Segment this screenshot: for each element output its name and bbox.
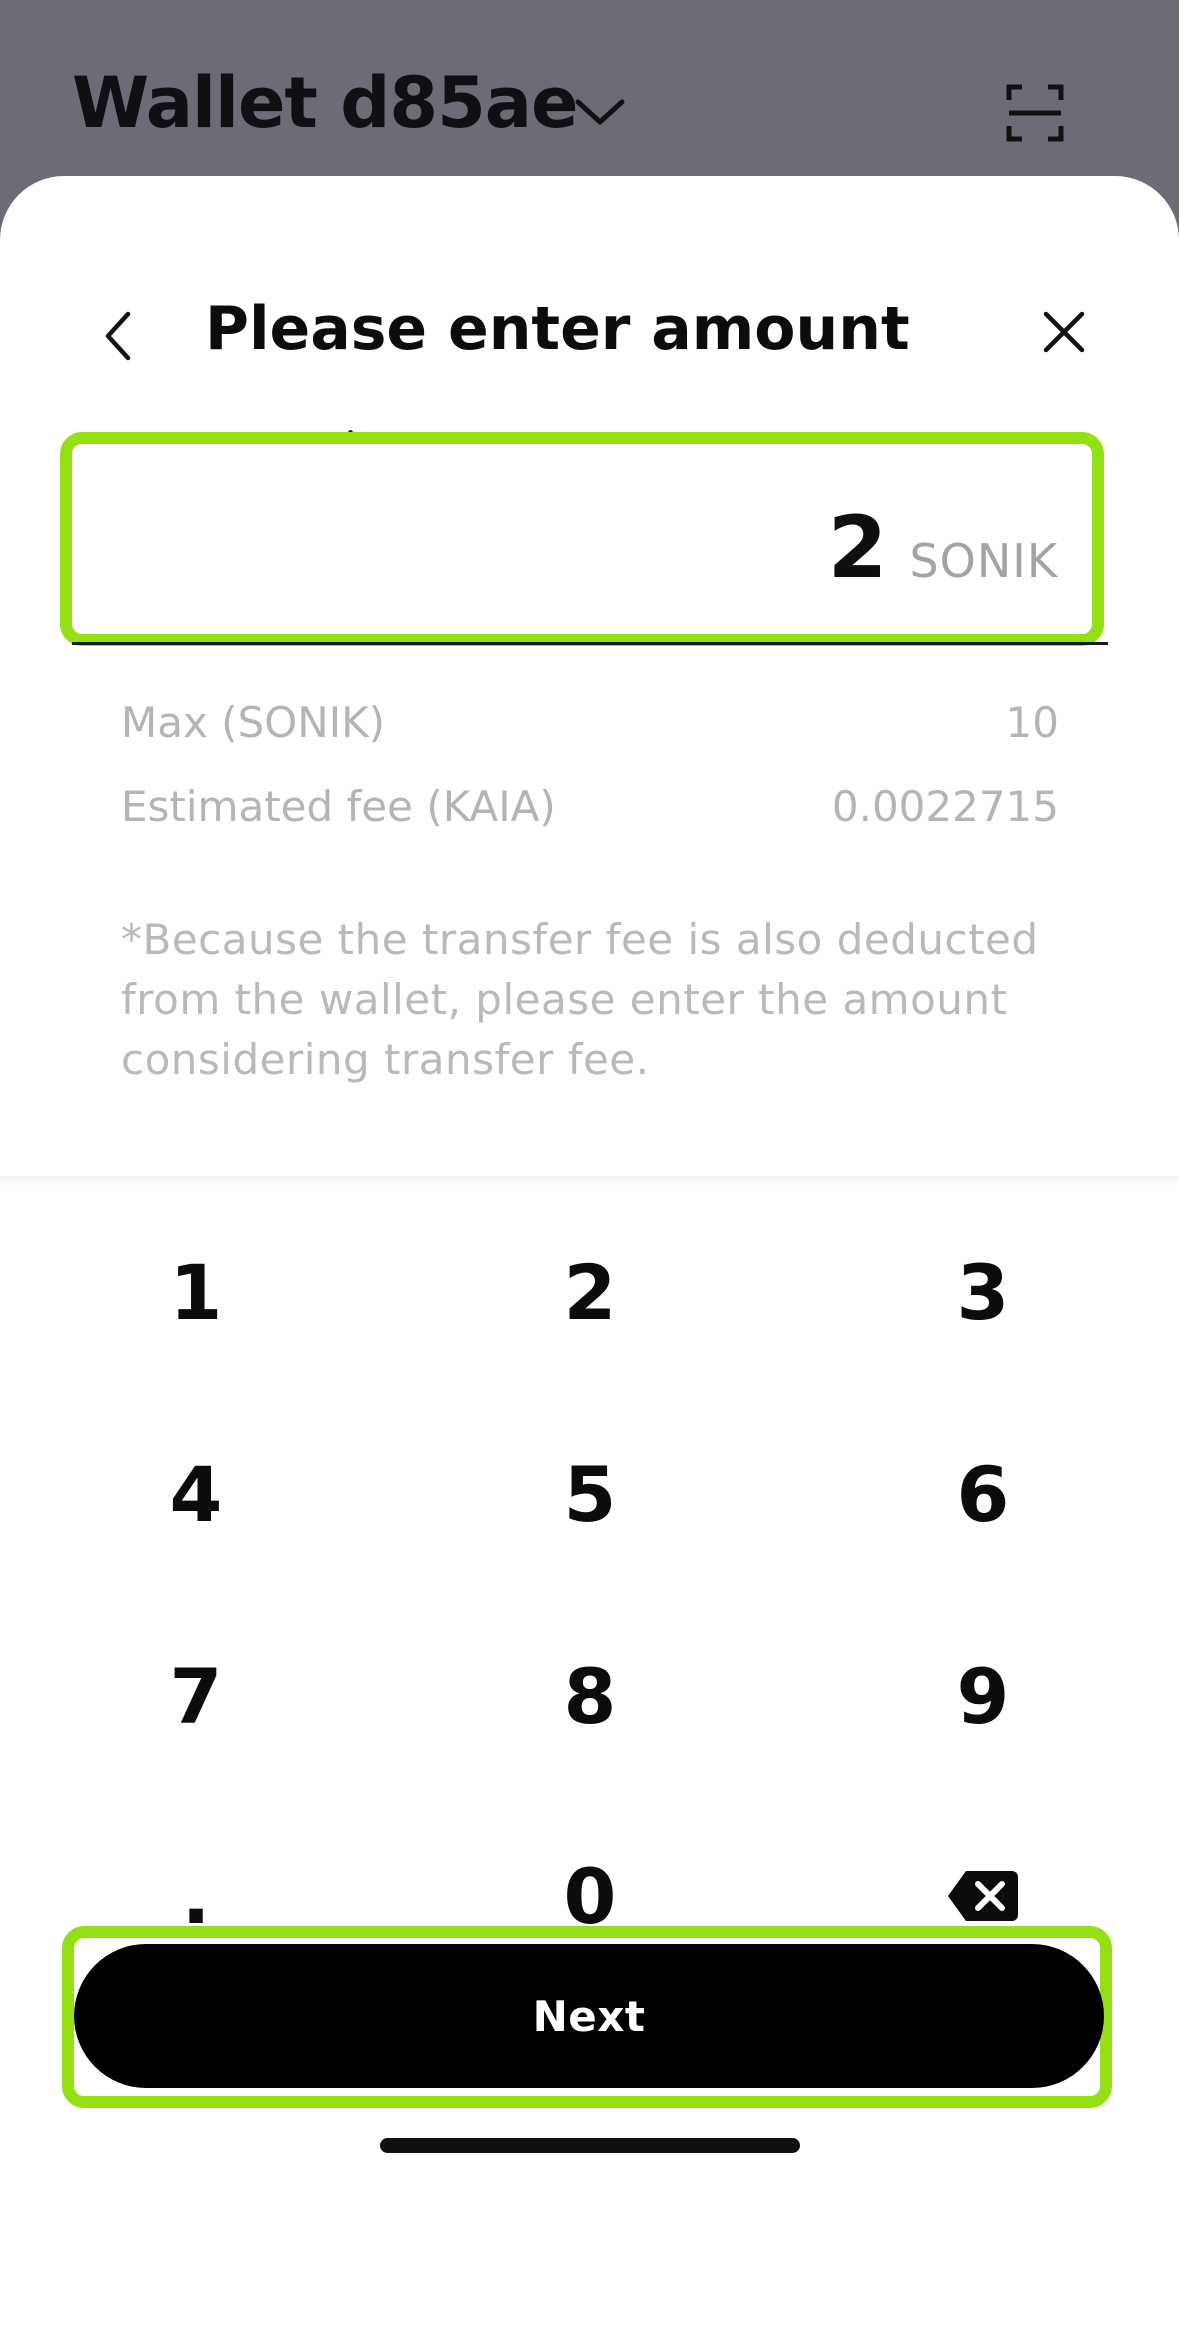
- max-value: 10: [1005, 698, 1059, 747]
- key-6[interactable]: 6: [833, 1424, 1133, 1564]
- backspace-icon: [948, 1871, 1018, 1921]
- fee-row: Estimated fee (KAIA) 0.0022715: [121, 782, 1059, 831]
- key-9[interactable]: 9: [833, 1626, 1133, 1766]
- key-5[interactable]: 5: [440, 1424, 740, 1564]
- wallet-header: Wallet d85ae: [0, 0, 1179, 180]
- wallet-title[interactable]: Wallet d85ae: [72, 62, 578, 144]
- key-7[interactable]: 7: [46, 1626, 346, 1766]
- amount-input[interactable]: 2 SONIK: [60, 432, 1104, 646]
- scan-icon[interactable]: [1006, 84, 1064, 142]
- fee-notice: *Because the transfer fee is also deduct…: [121, 915, 1039, 1084]
- max-row: Max (SONIK) 10: [121, 698, 1059, 747]
- key-3[interactable]: 3: [833, 1222, 1133, 1362]
- key-1[interactable]: 1: [46, 1222, 346, 1362]
- close-icon[interactable]: [1040, 308, 1088, 356]
- fee-label: Estimated fee (KAIA): [121, 782, 556, 831]
- amount-unit: SONIK: [909, 534, 1058, 588]
- next-button[interactable]: Next: [74, 1944, 1104, 2088]
- key-2[interactable]: 2: [440, 1222, 740, 1362]
- key-4[interactable]: 4: [46, 1424, 346, 1564]
- sheet-title: Please enter amount: [205, 294, 910, 364]
- amount-value: 2: [827, 498, 888, 598]
- back-icon[interactable]: [96, 306, 140, 366]
- home-indicator[interactable]: [380, 2138, 800, 2153]
- max-label: Max (SONIK): [121, 698, 386, 747]
- amount-underline: [72, 642, 1108, 645]
- fee-value: 0.0022715: [831, 782, 1059, 831]
- keypad-divider: [0, 1176, 1179, 1186]
- key-8[interactable]: 8: [440, 1626, 740, 1766]
- chevron-down-icon[interactable]: [572, 92, 628, 132]
